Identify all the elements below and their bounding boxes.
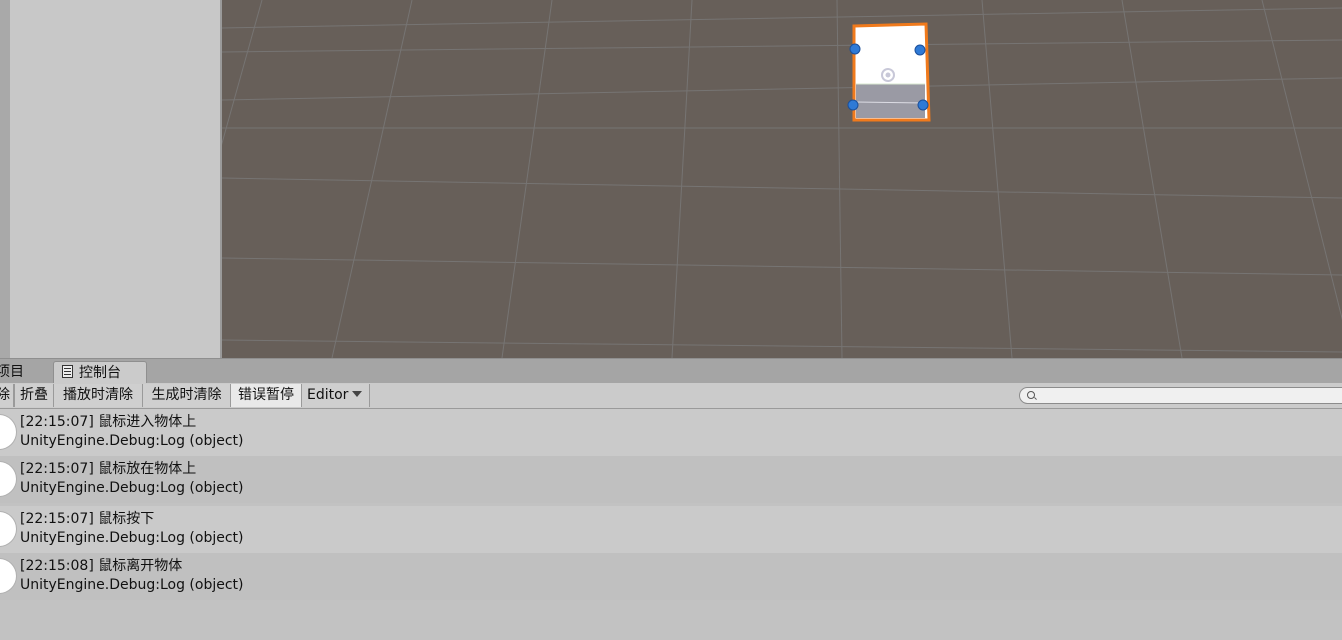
log-time: [22:15:07] [20,461,94,477]
info-speech-bubble-icon [0,512,16,546]
selected-cube[interactable] [847,22,931,122]
search-input[interactable] [1040,388,1340,403]
log-text: 鼠标按下 [98,511,155,527]
tab-project[interactable]: 项目 [0,361,46,384]
info-speech-bubble-icon [0,462,16,496]
search-icon [1027,391,1035,399]
log-message: [22:15:07] 鼠标放在物体上 [20,460,196,478]
clear-on-build-toggle[interactable]: 生成时清除 [143,384,231,407]
scene-view[interactable] [222,0,1342,358]
info-speech-bubble-icon [0,415,16,449]
clear-button[interactable]: 除 [0,384,14,407]
log-message: [22:15:08] 鼠标离开物体 [20,557,182,575]
log-text: 鼠标离开物体 [98,558,183,574]
log-entry[interactable]: [22:15:07] 鼠标按下 UnityEngine.Debug:Log (o… [0,506,1342,553]
log-entry[interactable]: [22:15:07] 鼠标进入物体上 UnityEngine.Debug:Log… [0,409,1342,456]
tab-project-label: 项目 [0,364,24,380]
left-panel-edge [0,0,10,358]
log-message: [22:15:07] 鼠标进入物体上 [20,413,196,431]
log-source: UnityEngine.Debug:Log (object) [20,530,244,546]
collapse-toggle[interactable]: 折叠 [14,384,54,407]
bottom-tab-bar: 项目 控制台 [0,358,1342,384]
chevron-down-icon [352,391,363,397]
log-entry[interactable]: [22:15:07] 鼠标放在物体上 UnityEngine.Debug:Log… [0,456,1342,503]
console-toolbar: 除 折叠 播放时清除 生成时清除 错误暂停 Editor [0,383,1342,409]
error-pause-toggle[interactable]: 错误暂停 [231,384,302,407]
clear-on-play-toggle[interactable]: 播放时清除 [54,384,143,407]
log-time: [22:15:07] [20,414,94,430]
editor-dropdown-label: Editor [307,387,349,403]
console-icon [62,365,73,378]
log-time: [22:15:08] [20,558,94,574]
hierarchy-panel [10,0,220,358]
editor-dropdown[interactable]: Editor [302,384,370,407]
log-text: 鼠标进入物体上 [98,414,197,430]
log-source: UnityEngine.Debug:Log (object) [20,577,244,593]
tab-console[interactable]: 控制台 [53,361,147,384]
log-source: UnityEngine.Debug:Log (object) [20,433,244,449]
log-time: [22:15:07] [20,511,94,527]
scene-grid [222,0,1342,358]
log-source: UnityEngine.Debug:Log (object) [20,480,244,496]
log-message: [22:15:07] 鼠标按下 [20,510,154,528]
tab-console-label: 控制台 [79,365,121,381]
log-text: 鼠标放在物体上 [98,461,197,477]
log-entry[interactable]: [22:15:08] 鼠标离开物体 UnityEngine.Debug:Log … [0,553,1342,600]
info-speech-bubble-icon [0,559,16,593]
log-list: [22:15:07] 鼠标进入物体上 UnityEngine.Debug:Log… [0,409,1342,640]
search-field[interactable] [1019,387,1342,404]
